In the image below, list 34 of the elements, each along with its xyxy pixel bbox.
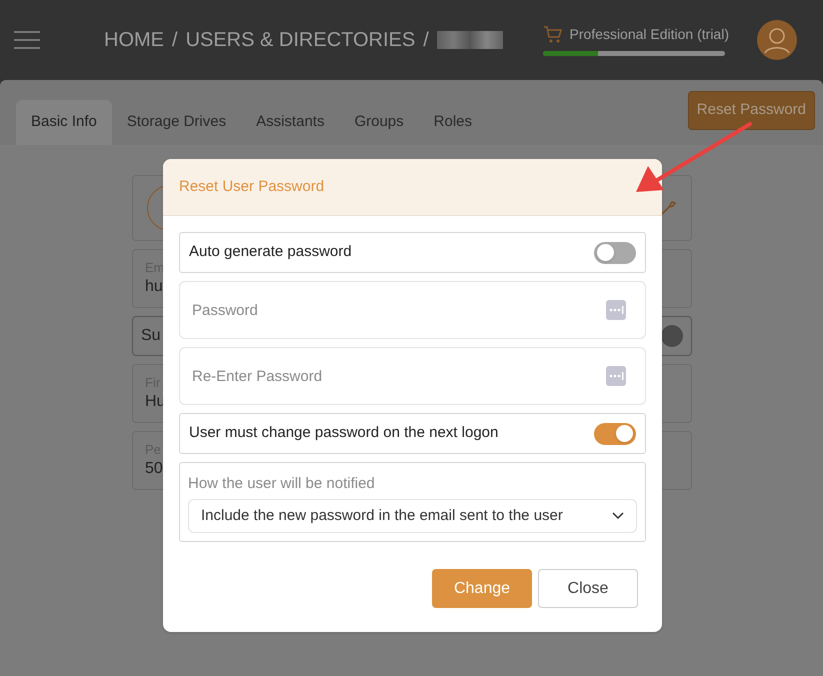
wrench-icon [659,199,677,217]
tab[interactable]: Storage Drives [112,100,242,145]
tab[interactable]: Assistants [241,100,340,145]
menu-icon[interactable] [14,31,40,49]
tab[interactable]: Basic Info [16,100,112,145]
change-button[interactable]: Change [432,569,532,608]
switch-label: Auto generate password [189,242,352,262]
reset-password-button[interactable]: Reset Password [688,91,815,130]
field-value: hu [145,276,163,296]
notification-select[interactable]: Include the new password in the email sent to the user [188,499,637,533]
switch-label: User must change password on the next logon [189,423,498,444]
group-label: How the user will be notified [188,475,376,493]
field-label: Su [141,326,161,346]
chevron-down-icon [612,512,624,520]
password-dots-icon [606,366,626,386]
edition-label: Professional Edition (trial) [569,25,729,44]
dialog-title: Reset User Password [179,176,324,197]
password-field[interactable]: Re-Enter Password [179,347,646,405]
cart-icon [543,24,564,44]
breadcrumb-separator: / [423,28,429,53]
toggle-switch[interactable] [594,242,636,264]
password-dots-icon [606,300,626,320]
user-avatar-icon[interactable] [757,20,797,60]
tab[interactable]: Roles [418,100,488,145]
toggle-knob-icon [661,325,683,347]
field-value: 50 [145,458,163,478]
close-button[interactable]: Close [538,569,638,608]
breadcrumb-link[interactable]: HOME [104,25,164,55]
breadcrumb-separator: / [172,28,178,53]
tab[interactable]: Groups [339,100,419,145]
breadcrumb-link[interactable]: USERS & DIRECTORIES [186,25,416,55]
redacted-text [436,31,503,49]
toggle-switch[interactable] [594,422,636,444]
password-field[interactable]: Password [179,281,646,339]
